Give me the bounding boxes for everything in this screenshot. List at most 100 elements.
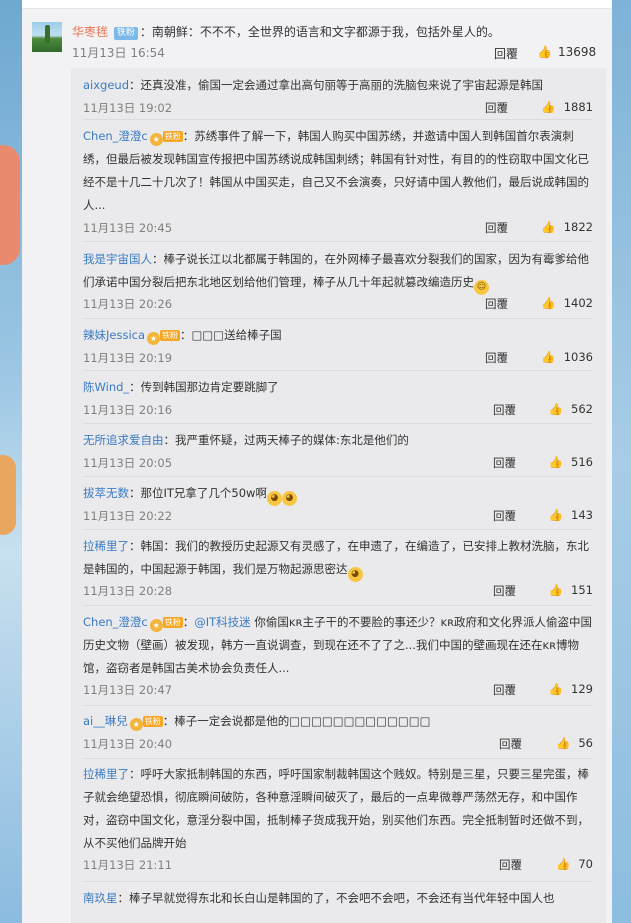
like-button[interactable]: 👍 13698 xyxy=(537,45,596,59)
reply-button[interactable]: 回覆 xyxy=(485,220,508,236)
emoji-icon: ☺ xyxy=(474,280,489,295)
comment-text: ：棒子早就觉得东北和长白山是韩国的了，不会吧不会吧，不会还有当代年轻中国人也 xyxy=(117,891,555,905)
list-item: 拉稀里了：呼吁大家抵制韩国的东西，呼吁国家制裁韩国这个贱奴。特别是三星，只要三星… xyxy=(83,763,593,872)
comment-time: 11月13日 20:16 xyxy=(83,403,173,417)
divider xyxy=(83,476,593,477)
divider xyxy=(83,705,593,706)
reply-button[interactable]: 回覆 xyxy=(499,857,522,873)
username-link[interactable]: Chen_澄澄c xyxy=(83,129,148,143)
fan-badge: 铁粉 xyxy=(162,131,183,142)
main-comment-text-line: 华枣毪 铁粉 ：南朝鲜：不不不，全世界的语言和文字都源于我，包括外星人的。 xyxy=(72,23,604,41)
vip-icon: ★ xyxy=(147,332,161,345)
like-count: 143 xyxy=(571,508,593,522)
fan-badge: 铁粉 xyxy=(142,716,163,727)
list-item: 南玖星：棒子早就觉得东北和长白山是韩国的了，不会吧不会吧，不会还有当代年轻中国人… xyxy=(83,887,593,910)
emoji-icon: ◕ xyxy=(281,491,297,506)
avatar[interactable] xyxy=(32,22,62,52)
divider xyxy=(83,423,593,424)
like-button[interactable]: 👍 1402 xyxy=(528,296,593,310)
reply-button[interactable]: 回覆 xyxy=(485,100,508,116)
reply-button[interactable]: 回覆 xyxy=(485,350,508,366)
like-count: 56 xyxy=(578,736,593,750)
thumbs-up-icon: 👍 xyxy=(541,100,556,114)
username-link[interactable]: Chen_澄澄c xyxy=(83,615,148,629)
username-link[interactable]: ai__琳兒 xyxy=(83,714,128,728)
reply-button[interactable]: 回覆 xyxy=(493,583,516,599)
like-button[interactable]: 👍 516 xyxy=(528,455,593,469)
divider xyxy=(83,758,593,759)
like-button[interactable]: 👍 129 xyxy=(528,682,593,696)
list-item: 无所追求爱自由：我严重怀疑，过两天棒子的媒体:东北是他们的 11月13日 20:… xyxy=(83,429,593,470)
reply-button[interactable]: 回覆 xyxy=(499,736,522,752)
divider xyxy=(83,605,593,606)
thumbs-up-icon: 👍 xyxy=(548,682,564,696)
comment-text: ：呼吁大家抵制韩国的东西，呼吁国家制裁韩国这个贱奴。特别是三星，只要三星完蛋，棒… xyxy=(83,767,589,850)
fan-badge: 铁粉 xyxy=(160,330,181,341)
thumbs-up-icon: 👍 xyxy=(548,455,564,469)
username-link[interactable]: 辣妹Jessica xyxy=(83,328,145,342)
background-right xyxy=(611,0,631,923)
comment-text: ：我严重怀疑，过两天棒子的媒体:东北是他们的 xyxy=(163,433,409,447)
thumbs-up-icon: 👍 xyxy=(556,857,571,871)
main-comment: 华枣毪 铁粉 ：南朝鲜：不不不，全世界的语言和文字都源于我，包括外星人的。 11月… xyxy=(32,14,604,66)
comment-time: 11月13日 20:05 xyxy=(83,456,173,470)
comment-text: ：棒子说长江以北都属于韩国的，在外网棒子最喜欢分裂我们的国家，因为有霉爹给他们承… xyxy=(83,252,589,289)
divider xyxy=(83,370,593,371)
username-link[interactable]: 拔萃无数 xyxy=(83,486,129,500)
like-button[interactable]: 👍 1881 xyxy=(528,100,593,114)
like-count: 129 xyxy=(571,682,593,696)
reply-button[interactable]: 回覆 xyxy=(485,296,508,312)
username-link[interactable]: 陈Wind_ xyxy=(83,380,129,394)
reply-button[interactable]: 回覆 xyxy=(493,455,516,471)
reply-button[interactable]: 回覆 xyxy=(493,682,516,698)
reply-button[interactable]: 回覆 xyxy=(493,402,516,418)
like-count: 151 xyxy=(571,583,593,597)
like-count: 1881 xyxy=(563,100,593,114)
reply-button[interactable]: 回覆 xyxy=(493,508,516,524)
thumbs-up-icon: 👍 xyxy=(537,45,552,59)
like-button[interactable]: 👍 56 xyxy=(528,736,593,750)
comment-text: ：还真没准，偷国一定会通过拿出高句丽等于高丽的洗脑包来说了宇宙起源是韩国 xyxy=(129,78,544,92)
like-count: 13698 xyxy=(557,45,597,59)
background-left xyxy=(0,0,22,923)
like-button[interactable]: 👍 1822 xyxy=(528,220,593,234)
comment-time: 11月13日 16:54 xyxy=(72,46,165,60)
like-button[interactable]: 👍 562 xyxy=(528,402,593,416)
vip-icon: ★ xyxy=(129,718,143,731)
comment-time: 11月13日 20:40 xyxy=(83,737,173,751)
reply-button[interactable]: 回覆 xyxy=(494,45,518,62)
comment-time: 11月13日 20:28 xyxy=(83,584,173,598)
background-decoration xyxy=(0,145,20,265)
username-link[interactable]: 拉稀里了 xyxy=(83,539,129,553)
divider xyxy=(83,119,593,120)
vip-icon: ★ xyxy=(149,133,163,146)
list-item: 辣妹Jessica ★ 铁粉 ：□□□送给棒子国 11月13日 20:19 回覆 👍 1… xyxy=(83,324,593,365)
username-link[interactable]: 拉稀里了 xyxy=(83,767,129,781)
like-button[interactable]: 👍 70 xyxy=(528,857,593,871)
like-button[interactable]: 👍 143 xyxy=(528,508,593,522)
like-button[interactable]: 👍 151 xyxy=(528,583,593,597)
username-link[interactable]: aixgeud xyxy=(83,78,129,92)
like-count: 1036 xyxy=(563,350,593,364)
like-count: 70 xyxy=(578,857,593,871)
fan-badge: 铁粉 xyxy=(162,617,183,628)
vip-icon: ★ xyxy=(149,619,163,632)
list-item: Chen_澄澄c ★ 铁粉 ：@IT科技迷 你偷国ᴋʀ主子干的不要脸的事还少？ᴋʀ政府… xyxy=(83,615,593,697)
thumbs-up-icon: 👍 xyxy=(556,736,571,750)
username-link[interactable]: 华枣毪 xyxy=(72,25,108,39)
mention-link[interactable]: @IT科技迷 xyxy=(194,615,250,629)
thumbs-up-icon: 👍 xyxy=(548,583,564,597)
comment-text: ：韩国：我们的教授历史起源又有灵感了，在申遗了，在编造了，已安排上教材洗脑，东北… xyxy=(83,539,589,576)
like-count: 1402 xyxy=(563,296,593,310)
thumbs-up-icon: 👍 xyxy=(541,220,556,234)
username-link[interactable]: 我是宇宙国人 xyxy=(83,252,152,266)
like-count: 1822 xyxy=(563,220,593,234)
comment-time: 11月13日 19:02 xyxy=(83,101,173,115)
username-link[interactable]: 无所追求爱自由 xyxy=(83,433,164,447)
thumbs-up-icon: 👍 xyxy=(541,296,556,310)
like-button[interactable]: 👍 1036 xyxy=(528,350,593,364)
comment-time: 11月13日 21:11 xyxy=(83,858,173,872)
username-link[interactable]: 南玖星 xyxy=(83,891,118,905)
comment-text: ：棒子一定会说都是他的□□□□□□□□□□□□□ xyxy=(162,714,431,728)
comment-text: ：传到韩国那边肯定要跳脚了 xyxy=(129,380,279,394)
